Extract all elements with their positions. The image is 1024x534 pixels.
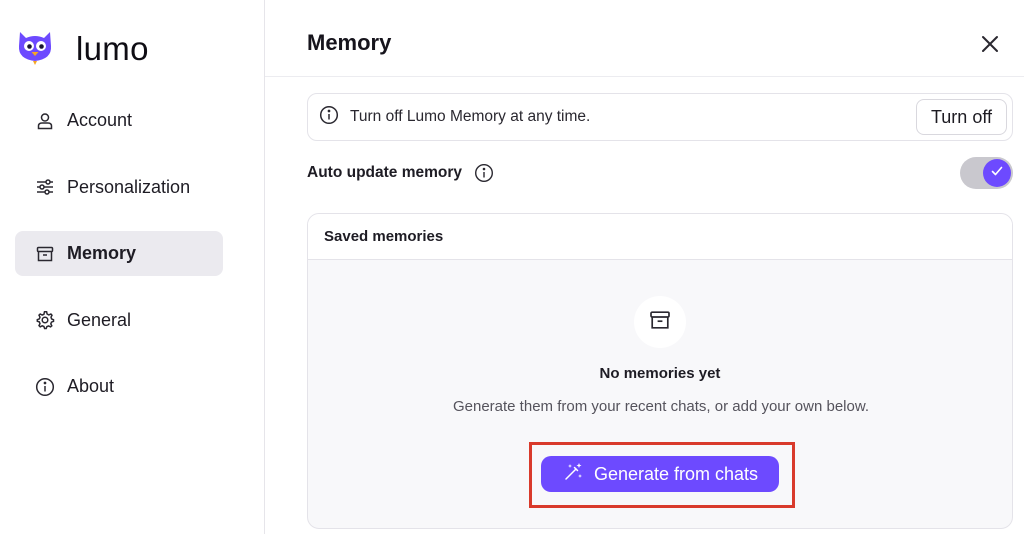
auto-update-toggle[interactable] [960,157,1013,189]
main-panel: Memory Turn off Lumo Memory at any time.… [265,0,1024,534]
archive-icon [35,244,55,264]
generate-button-label: Generate from chats [593,463,759,484]
sliders-icon [35,177,55,197]
sidebar-item-label: About [67,376,115,396]
saved-memories-card: Saved memories No memories yet Generate … [307,213,1013,529]
empty-state-description: Generate them from your recent chats, or… [452,398,870,415]
sidebar: lumo Account Personalization Memory Gene… [0,0,265,534]
notice-text: Turn off Lumo Memory at any time. [350,108,591,125]
saved-memories-header: Saved memories [308,214,1012,260]
turn-off-button[interactable]: Turn off [915,99,1007,135]
archive-icon [648,308,672,337]
auto-update-label: Auto update memory [307,164,463,181]
close-icon [981,35,999,58]
checkmark-icon [990,164,1004,183]
panel-header: Memory [265,0,1024,77]
generate-from-chats-button[interactable]: Generate from chats [541,456,779,492]
settings-nav: Account Personalization Memory General A… [15,98,223,431]
empty-state-title: No memories yet [599,365,721,382]
close-button[interactable] [978,34,1002,58]
magic-wand-icon [562,461,584,488]
sidebar-item-label: General [67,309,132,330]
saved-memories-title: Saved memories [324,228,444,245]
info-icon [35,377,55,397]
brand-name: lumo [76,29,149,67]
sidebar-item-label: Account [67,110,133,130]
brand[interactable]: lumo [16,26,149,71]
sidebar-item-label: Personalization [67,176,191,197]
toggle-knob [983,159,1011,187]
info-icon[interactable] [474,163,494,183]
empty-state-icon-wrap [634,296,686,348]
sidebar-item-personalization[interactable]: Personalization [15,165,223,210]
gear-icon [35,310,55,330]
sidebar-item-about[interactable]: About [15,364,223,409]
sidebar-item-general[interactable]: General [15,298,223,343]
sidebar-item-label: Memory [67,243,137,263]
auto-update-row: Auto update memory [307,157,1013,189]
memory-notice: Turn off Lumo Memory at any time. Turn o… [307,93,1013,141]
info-icon [319,105,339,130]
sidebar-item-memory[interactable]: Memory [15,231,223,276]
user-icon [35,111,55,131]
lumo-cat-logo-icon [16,26,54,71]
sidebar-item-account[interactable]: Account [15,98,223,143]
page-title: Memory [307,30,392,55]
